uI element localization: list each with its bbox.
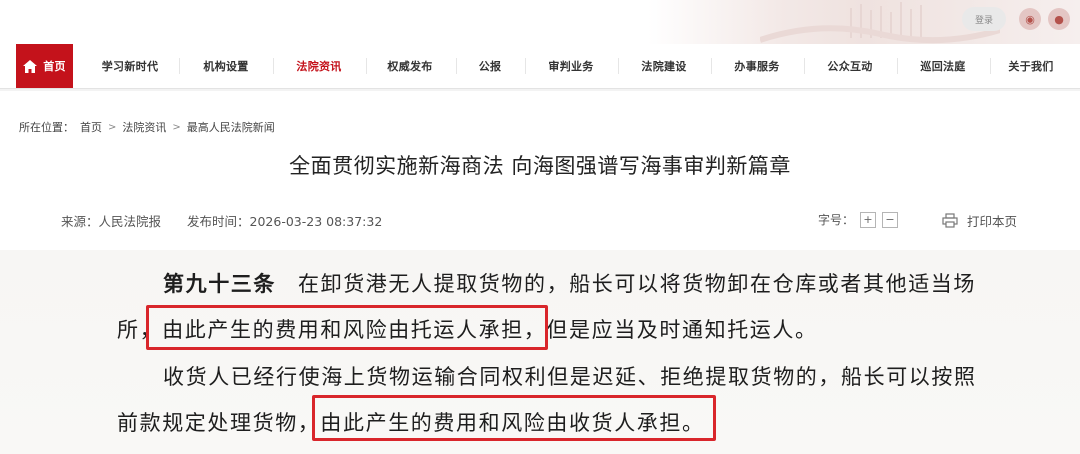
nav-home[interactable]: 首页	[16, 44, 73, 88]
nav-divider	[525, 58, 526, 74]
excerpt-line-1-text: 在卸货港无人提取货物的，船长可以将货物卸在仓库或者其他适当场	[298, 272, 976, 296]
nav-divider	[897, 58, 898, 74]
nav-divider	[366, 58, 367, 74]
font-size-control: 字号： + −	[818, 211, 899, 228]
nav-divider	[990, 58, 991, 74]
chevron-right-icon: >	[172, 121, 181, 133]
article-meta: 来源：人民法院报 发布时间：2026-03-23 08:37:32	[61, 211, 382, 230]
nav-divider	[711, 58, 712, 74]
nav-divider	[804, 58, 805, 74]
breadcrumb-item-spc-news[interactable]: 最高人民法院新闻	[187, 119, 275, 135]
nav-interaction[interactable]: 公众互动	[810, 44, 890, 88]
nav-services[interactable]: 办事服务	[717, 44, 797, 88]
article-excerpt-image: 第九十三条 在卸货港无人提取货物的，船长可以将货物卸在仓库或者其他适当场 所，由此…	[0, 250, 1080, 454]
breadcrumb: 所在位置： 首页 > 法院资讯 > 最高人民法院新闻	[19, 119, 275, 135]
nav-divider	[273, 58, 274, 74]
weibo-icon[interactable]: ◉	[1019, 8, 1041, 30]
nav-divider	[179, 58, 180, 74]
login-button[interactable]: 登录	[962, 7, 1006, 31]
nav-home-label: 首页	[43, 60, 66, 73]
font-size-label: 字号：	[818, 213, 855, 227]
excerpt-line-3: 收货人已经行使海上货物运输合同权利但是迟延、拒绝提取货物的，船长可以按照	[163, 365, 977, 389]
breadcrumb-item-home[interactable]: 首页	[80, 119, 102, 135]
nav-releases[interactable]: 权威发布	[372, 44, 448, 88]
wechat-icon[interactable]: ●	[1048, 8, 1070, 30]
excerpt-line-1: 第九十三条 在卸货港无人提取货物的，船长可以将货物卸在仓库或者其他适当场	[163, 268, 976, 298]
article-number: 第九十三条	[163, 271, 276, 296]
breadcrumb-prefix: 所在位置：	[19, 121, 74, 134]
nav-circuit-court[interactable]: 巡回法庭	[903, 44, 983, 88]
chevron-right-icon: >	[108, 121, 117, 133]
main-nav: 首页 学习新时代 机构设置 法院资讯 权威发布 公报 审判业务 法院建设 办事服…	[0, 44, 1080, 91]
nav-gazette[interactable]: 公报	[462, 44, 518, 88]
article-source: 来源：人民法院报	[61, 214, 162, 229]
article-title: 全面贯彻实施新海商法 向海图强谱写海事审判新篇章	[289, 154, 791, 178]
excerpt-line-2-suffix: 但是应当及时通知托运人。	[546, 318, 818, 342]
font-decrease-button[interactable]: −	[882, 211, 899, 228]
highlight-box-shipper	[146, 305, 548, 350]
excerpt-line-4-prefix: 前款规定处理货物，	[117, 411, 321, 435]
nav-court-news[interactable]: 法院资讯	[279, 44, 359, 88]
highlight-box-consignee	[312, 395, 716, 441]
nav-study[interactable]: 学习新时代	[88, 44, 172, 88]
nav-trial-business[interactable]: 审判业务	[531, 44, 611, 88]
nav-divider	[618, 58, 619, 74]
article-publish-time: 发布时间：2026-03-23 08:37:32	[187, 214, 383, 229]
print-button[interactable]: 打印本页	[942, 211, 1017, 230]
nav-court-building[interactable]: 法院建设	[624, 44, 704, 88]
breadcrumb-item-news[interactable]: 法院资讯	[122, 119, 166, 135]
font-increase-button[interactable]: +	[860, 211, 877, 228]
nav-about[interactable]: 关于我们	[996, 44, 1066, 88]
top-banner: 登录 ◉ ●	[0, 0, 1080, 44]
nav-divider	[456, 58, 457, 74]
print-label: 打印本页	[967, 214, 1018, 229]
printer-icon	[942, 213, 958, 228]
home-icon	[23, 59, 38, 73]
nav-institutions[interactable]: 机构设置	[186, 44, 266, 88]
